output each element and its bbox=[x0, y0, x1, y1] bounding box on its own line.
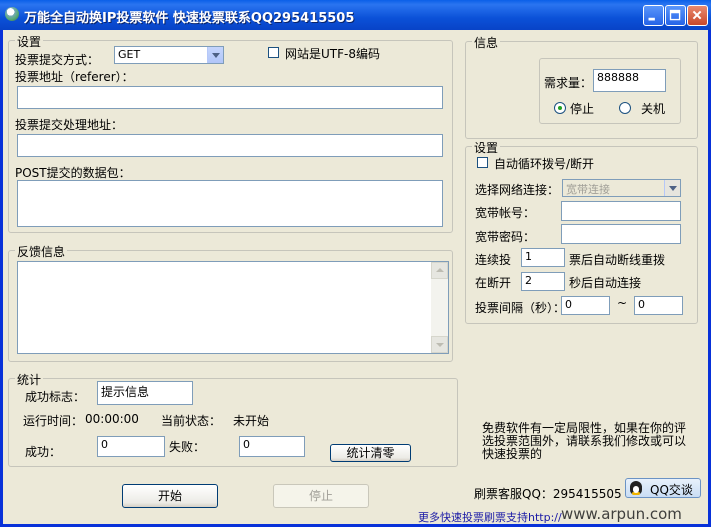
auto-dial-label: 自动循环拨号/断开 bbox=[494, 157, 595, 171]
account-label: 宽带帐号： bbox=[475, 206, 536, 220]
main-window: 万能全自动换IP投票软件 快速投票联系QQ295415505 设置 投票提交方式… bbox=[0, 0, 711, 527]
disconnect-input[interactable]: 2 bbox=[521, 272, 565, 291]
notice-line-3: 快速投票的 bbox=[482, 447, 543, 461]
app-icon bbox=[5, 7, 19, 21]
disconnect-label: 在断开 bbox=[475, 276, 512, 290]
stats-group-label: 统计 bbox=[15, 371, 44, 388]
clear-stats-button[interactable]: 统计清零 bbox=[330, 444, 411, 462]
connection-label: 选择网络连接： bbox=[475, 183, 560, 197]
referer-input[interactable] bbox=[17, 86, 443, 109]
stop-button[interactable]: 停止 bbox=[273, 484, 369, 508]
stop-radio[interactable] bbox=[554, 102, 566, 114]
auto-dial-checkbox[interactable] bbox=[477, 157, 488, 168]
demand-label: 需求量： bbox=[544, 76, 593, 90]
disconnect-suffix: 秒后自动连接 bbox=[569, 276, 642, 290]
support-link[interactable]: 更多快速投票刷票支持http:// bbox=[418, 509, 562, 525]
status-value: 未开始 bbox=[233, 414, 270, 428]
utf8-checkbox[interactable] bbox=[268, 47, 279, 58]
interval-from-input[interactable]: 0 bbox=[561, 296, 610, 315]
qq-chat-button[interactable]: QQ交谈 bbox=[625, 478, 701, 498]
continuous-suffix: 票后自动断线重拨 bbox=[569, 253, 666, 267]
close-button[interactable] bbox=[687, 5, 708, 26]
start-button[interactable]: 开始 bbox=[122, 484, 218, 508]
scroll-up-icon[interactable] bbox=[431, 262, 448, 279]
status-label: 当前状态： bbox=[161, 414, 222, 428]
method-select[interactable]: GET bbox=[114, 46, 224, 64]
scroll-down-icon[interactable] bbox=[431, 336, 448, 353]
settings-group-label: 设置 bbox=[15, 33, 44, 50]
shutdown-radio[interactable] bbox=[619, 102, 631, 114]
runtime-label: 运行时间： bbox=[23, 414, 84, 428]
stop-radio-label: 停止 bbox=[570, 102, 595, 116]
watermark-text: www.arpun.com bbox=[561, 505, 682, 523]
success-count-field: 0 bbox=[97, 436, 165, 457]
interval-separator: ~ bbox=[617, 296, 628, 310]
minimize-button[interactable] bbox=[643, 5, 664, 26]
fail-count-label: 失败： bbox=[169, 440, 206, 454]
qq-chat-label: QQ交谈 bbox=[650, 483, 693, 497]
close-icon bbox=[692, 10, 702, 20]
support-qq-text: 刷票客服QQ：295415505 bbox=[474, 487, 622, 501]
interval-to-input[interactable]: 0 bbox=[634, 296, 683, 315]
demand-input[interactable]: 888888 bbox=[593, 69, 666, 92]
minimize-icon bbox=[648, 17, 655, 21]
password-label: 宽带密码： bbox=[475, 230, 536, 244]
post-data-input[interactable] bbox=[17, 180, 443, 227]
password-input[interactable] bbox=[561, 224, 681, 244]
feedback-textarea[interactable] bbox=[17, 261, 449, 354]
maximize-icon bbox=[669, 9, 681, 21]
chevron-down-icon[interactable] bbox=[207, 47, 223, 63]
continuous-label: 连续投 bbox=[475, 253, 512, 267]
success-flag-label: 成功标志： bbox=[25, 390, 86, 404]
window-title: 万能全自动换IP投票软件 快速投票联系QQ295415505 bbox=[24, 11, 355, 26]
shutdown-radio-label: 关机 bbox=[641, 102, 666, 116]
connection-select[interactable]: 宽带连接 bbox=[562, 179, 681, 197]
success-count-label: 成功： bbox=[25, 445, 62, 459]
maximize-button[interactable] bbox=[665, 5, 686, 26]
continuous-input[interactable]: 1 bbox=[521, 248, 565, 267]
process-url-label: 投票提交处理地址： bbox=[15, 118, 124, 132]
utf8-label: 网站是UTF-8编码 bbox=[285, 47, 380, 61]
runtime-value: 00:00:00 bbox=[85, 412, 139, 426]
info-group-label: 信息 bbox=[472, 34, 501, 51]
connection-value: 宽带连接 bbox=[566, 183, 610, 196]
success-flag-input[interactable]: 提示信息 bbox=[97, 381, 193, 405]
method-value: GET bbox=[118, 48, 141, 61]
interval-label: 投票间隔（秒）： bbox=[475, 301, 566, 315]
process-url-input[interactable] bbox=[17, 134, 443, 157]
post-data-label: POST提交的数据包： bbox=[15, 166, 131, 180]
title-bar[interactable]: 万能全自动换IP投票软件 快速投票联系QQ295415505 bbox=[0, 0, 711, 30]
network-settings-label: 设置 bbox=[472, 139, 501, 156]
account-input[interactable] bbox=[561, 201, 681, 221]
fail-count-field: 0 bbox=[239, 436, 305, 457]
feedback-group-label: 反馈信息 bbox=[15, 243, 68, 260]
chevron-down-icon[interactable] bbox=[664, 180, 680, 196]
feedback-scrollbar[interactable] bbox=[431, 262, 448, 353]
qq-penguin-icon bbox=[630, 481, 642, 495]
referer-label: 投票地址（referer）： bbox=[15, 70, 134, 84]
method-label: 投票提交方式： bbox=[15, 53, 100, 67]
